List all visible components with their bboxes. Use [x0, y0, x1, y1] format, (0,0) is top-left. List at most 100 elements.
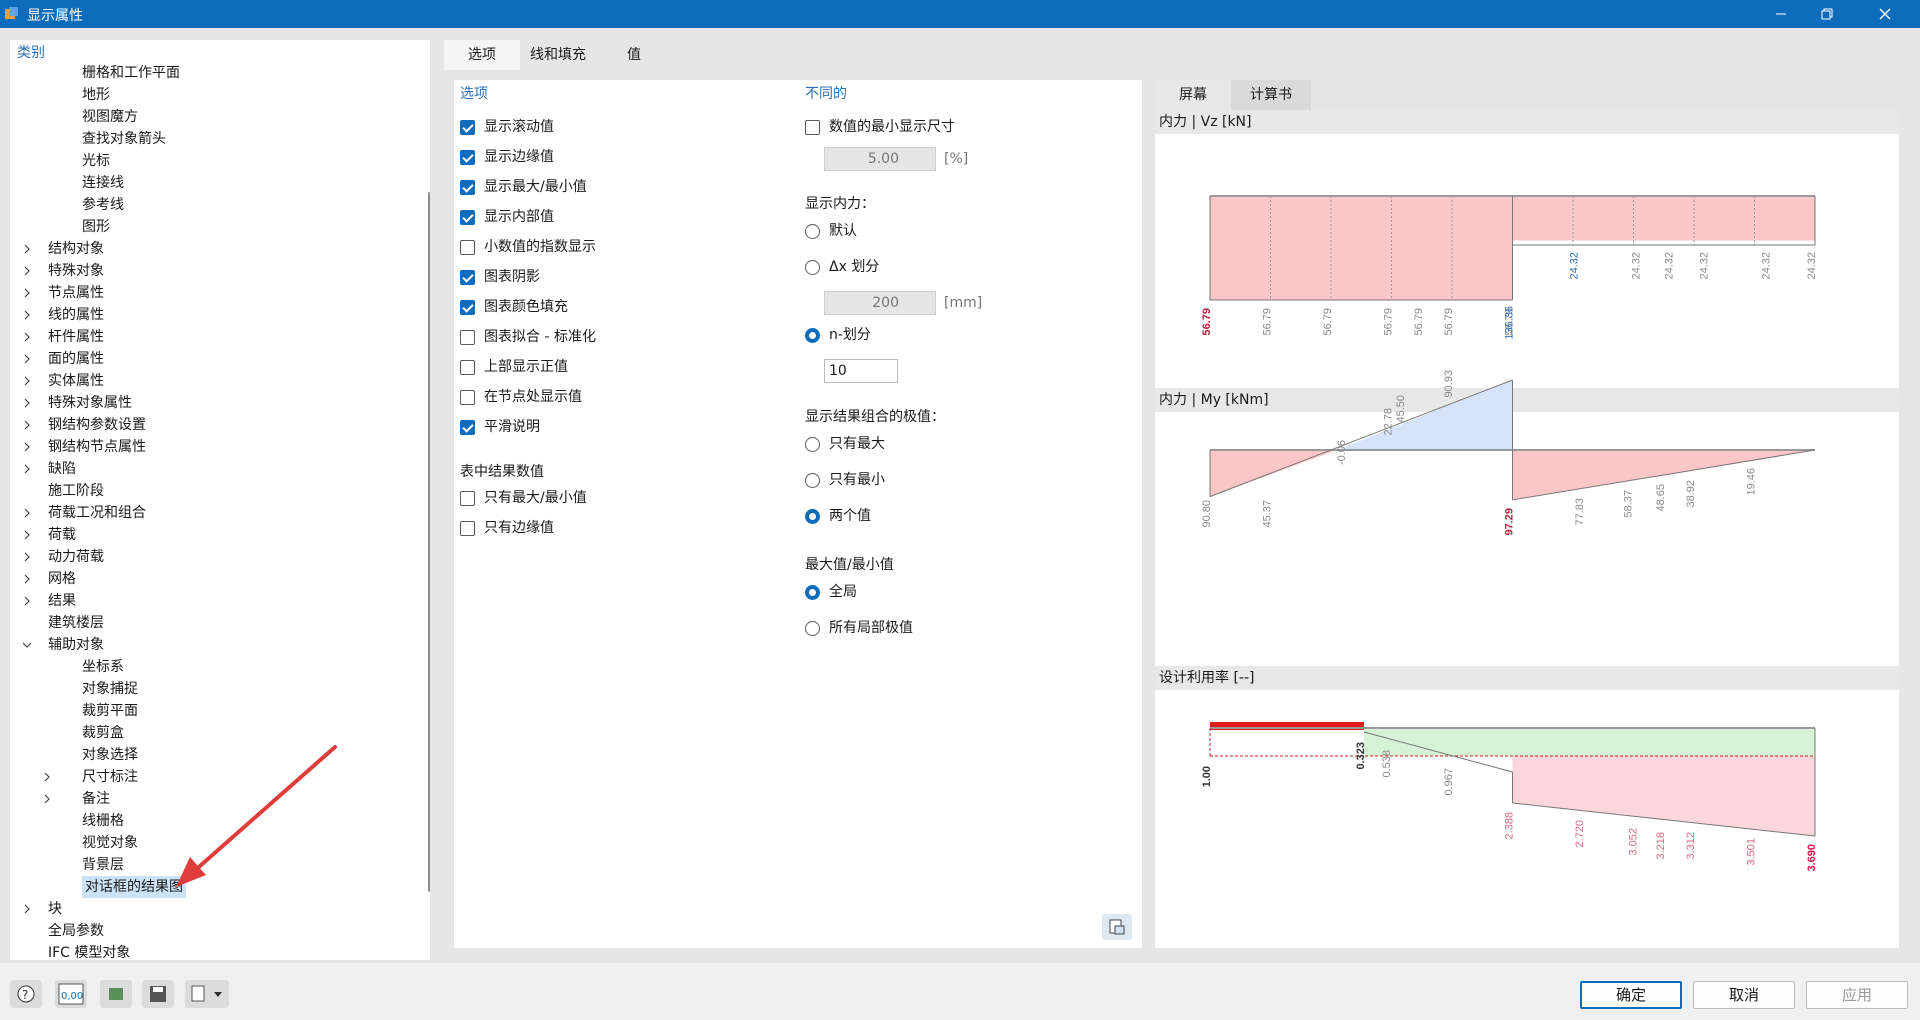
cancel-button[interactable]: 取消 — [1693, 981, 1795, 1009]
tree-item-label: 对象捕捉 — [82, 681, 138, 697]
tree-item-label: 线的属性 — [48, 307, 104, 323]
close-icon — [1879, 8, 1891, 20]
option-checkbox[interactable]: 只有边缘值 — [460, 517, 554, 539]
help-button[interactable]: ? — [10, 980, 42, 1008]
charts-svg: 56.79 56.79 56.79 56.79 56.79 56.79 56.7924.32… — [1201, 195, 1818, 872]
chevron-right-icon[interactable] — [22, 436, 32, 458]
checkbox-box — [460, 240, 475, 255]
chevron-right-icon[interactable] — [42, 766, 52, 788]
chevron-right-icon[interactable] — [22, 502, 32, 524]
minimize-button[interactable] — [1758, 0, 1804, 28]
tree-item-label: IFC 模型对象 — [48, 945, 131, 960]
radio-n[interactable]: n-划分 — [805, 324, 871, 346]
tree-scrollbar[interactable] — [428, 192, 430, 892]
chart-data-label: 24.32 — [1569, 252, 1581, 280]
radio-both[interactable]: 两个值 — [805, 505, 871, 527]
radio-default[interactable]: 默认 — [805, 220, 857, 242]
ok-button[interactable]: 确定 — [1580, 981, 1682, 1009]
radio-dx[interactable]: Δx 划分 — [805, 256, 879, 278]
chevron-right-icon[interactable] — [22, 282, 32, 304]
chart-data-label: 56.79 — [1383, 308, 1395, 336]
option-checkbox[interactable]: 显示最大/最小值 — [460, 176, 587, 198]
option-checkbox[interactable]: 只有最大/最小值 — [460, 487, 587, 509]
dx-input[interactable]: 200 — [824, 291, 936, 315]
chart-data-label: 90.80 — [1201, 500, 1213, 528]
tree-item-label: 备注 — [82, 791, 110, 807]
tree-item-label: 视图魔方 — [82, 109, 138, 125]
checkbox-label: 图表拟合 - 标准化 — [484, 329, 596, 345]
chevron-right-icon[interactable] — [22, 898, 32, 920]
tab-values[interactable]: 值 — [596, 40, 672, 70]
chevron-right-icon[interactable] — [22, 546, 32, 568]
option-checkbox[interactable]: 图表颜色填充 — [460, 296, 568, 318]
tree-item-label: 块 — [48, 901, 62, 917]
chevron-right-icon[interactable] — [22, 326, 32, 348]
chart-data-label: 58.37 — [1623, 490, 1635, 518]
option-checkbox[interactable]: 显示滚动值 — [460, 116, 554, 138]
tab-report[interactable]: 计算书 — [1231, 80, 1311, 110]
radio-default-label: 默认 — [829, 223, 857, 239]
chevron-right-icon[interactable] — [22, 590, 32, 612]
decimal-button[interactable]: 0,00 — [55, 980, 87, 1008]
option-checkbox[interactable]: 平滑说明 — [460, 416, 540, 438]
chart-data-label: 45.50 — [1395, 395, 1407, 423]
tree-item-label: 网格 — [48, 571, 76, 587]
radio-global-dot — [805, 585, 820, 600]
option-checkbox[interactable]: 上部显示正值 — [460, 356, 568, 378]
chevron-right-icon[interactable] — [22, 238, 32, 260]
tab-options[interactable]: 选项 — [444, 40, 520, 70]
option-checkbox[interactable]: 显示边缘值 — [460, 146, 554, 168]
save-button[interactable] — [142, 980, 174, 1008]
chevron-right-icon[interactable] — [22, 348, 32, 370]
chart-data-label: 24.32 — [1631, 252, 1643, 280]
chart-data-label: 136.36 — [1504, 306, 1516, 340]
tab-screen[interactable]: 屏幕 — [1155, 80, 1231, 110]
radio-local-label: 所有局部极值 — [829, 620, 913, 636]
min-size-box — [805, 120, 820, 135]
chart-data-label: 97.29 — [1504, 508, 1516, 536]
radio-local[interactable]: 所有局部极值 — [805, 617, 913, 639]
n-input[interactable]: 10 — [824, 359, 898, 383]
chevron-right-icon[interactable] — [22, 568, 32, 590]
util-green-area — [1364, 728, 1815, 756]
min-size-checkbox[interactable]: 数值的最小显示尺寸 — [805, 116, 955, 138]
option-checkbox[interactable]: 显示内部值 — [460, 206, 554, 228]
option-checkbox[interactable]: 图表拟合 - 标准化 — [460, 326, 596, 348]
units-button[interactable] — [100, 980, 132, 1008]
minimize-icon — [1776, 13, 1786, 15]
option-checkbox[interactable]: 在节点处显示值 — [460, 386, 582, 408]
save-icon — [150, 986, 166, 1002]
tab-lines-fill[interactable]: 线和填充 — [520, 40, 596, 70]
checkbox-box — [460, 420, 475, 435]
chevron-right-icon[interactable] — [22, 260, 32, 282]
restore-button[interactable] — [1804, 0, 1850, 28]
chevron-right-icon[interactable] — [22, 524, 32, 546]
preview-toggle-button[interactable] — [1102, 914, 1132, 940]
checkbox-label: 上部显示正值 — [484, 359, 568, 375]
chevron-right-icon[interactable] — [22, 458, 32, 480]
option-checkbox[interactable]: 小数值的指数显示 — [460, 236, 596, 258]
radio-only-min[interactable]: 只有最小 — [805, 469, 885, 491]
chevron-right-icon[interactable] — [22, 304, 32, 326]
radio-only-max[interactable]: 只有最大 — [805, 433, 885, 455]
chevron-right-icon[interactable] — [22, 370, 32, 392]
table-values-title: 表中结果数值 — [460, 464, 544, 480]
tree-item-label: 裁剪平面 — [82, 703, 138, 719]
option-checkbox[interactable]: 图表阴影 — [460, 266, 540, 288]
apply-button[interactable]: 应用 — [1806, 981, 1908, 1009]
chart-data-label: 56.79 — [1262, 308, 1274, 336]
chevron-right-icon[interactable] — [22, 392, 32, 414]
tree-item-label: 尺寸标注 — [82, 769, 138, 785]
chevron-right-icon[interactable] — [42, 788, 52, 810]
tree-item-label: 参考线 — [82, 197, 124, 213]
settings-dropdown-button[interactable] — [185, 980, 229, 1008]
forces-label: 显示内力： — [805, 196, 875, 212]
tree-item-label: 缺陷 — [48, 461, 76, 477]
close-button[interactable] — [1862, 0, 1908, 28]
tree-item-label: 动力荷载 — [48, 549, 104, 565]
radio-global[interactable]: 全局 — [805, 581, 857, 603]
chevron-down-icon[interactable] — [22, 634, 32, 656]
min-size-input[interactable]: 5.00 — [824, 147, 936, 171]
chevron-right-icon[interactable] — [22, 414, 32, 436]
tree-item-label: 查找对象箭头 — [82, 131, 166, 147]
